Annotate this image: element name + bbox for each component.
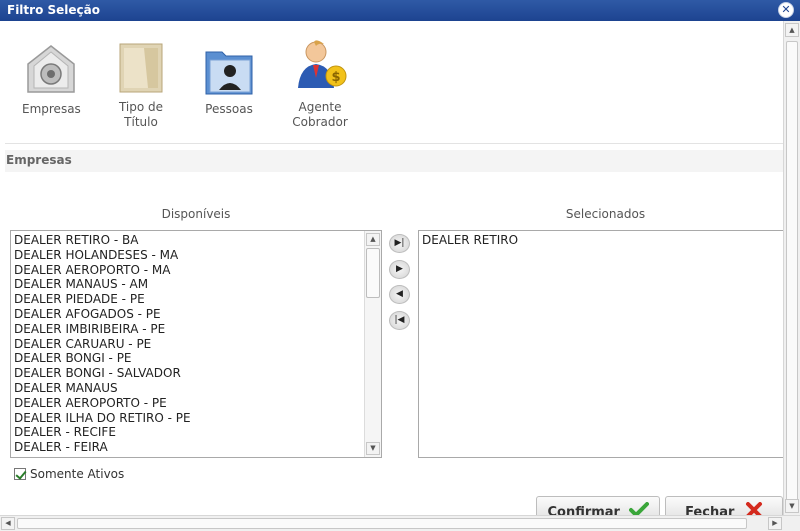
move-right-button[interactable]: ▶ [389,260,410,279]
scroll-up-icon[interactable]: ▲ [785,23,799,37]
list-item[interactable]: DEALER - RECIFE [11,425,381,440]
somente-ativos-row[interactable]: Somente Ativos [14,467,124,481]
tool-agente-cobrador[interactable]: $ Agente Cobrador [288,38,352,130]
list-item[interactable]: DEALER AEROPORTO - MA [11,263,381,278]
close-icon[interactable]: ✕ [778,2,794,18]
list-item[interactable]: DEALER AFOGADOS - PE [11,307,381,322]
somente-ativos-label: Somente Ativos [30,467,125,481]
list-item[interactable]: DEALER RETIRO - BA [11,233,381,248]
list-item[interactable]: DEALER - FEIRA [11,440,381,455]
scroll-down-icon[interactable]: ▼ [366,442,380,455]
tool-empresas[interactable]: Empresas [22,42,81,117]
document-icon [119,43,163,93]
list-item[interactable]: DEALER IMBIRIBEIRA - PE [11,322,381,337]
list-item[interactable]: DEALER BONGI - SALVADOR [11,366,381,381]
scroll-thumb[interactable] [366,248,380,298]
available-list[interactable]: DEALER RETIRO - BA DEALER HOLANDESES - M… [10,230,382,458]
list-item[interactable]: DEALER BONGI - PE [11,351,381,366]
move-left-button[interactable]: ◀ [389,285,410,304]
list-item[interactable]: DEALER RETIRO [419,233,787,248]
svg-text:$: $ [331,70,340,85]
person-folder-icon [205,51,253,95]
list-item[interactable]: DEALER MANAUS - AM [11,277,381,292]
section-header: Empresas [5,150,784,172]
scroll-thumb[interactable] [786,41,798,511]
safe-icon [27,45,75,93]
scroll-up-icon[interactable]: ▲ [366,233,380,246]
tool-label: Tipo de [118,100,164,114]
tool-label: Agente [298,100,342,114]
agent-money-icon: $ [298,40,347,88]
somente-ativos-checkbox[interactable] [14,468,26,480]
scroll-right-icon[interactable]: ▶ [768,517,782,530]
list-item[interactable]: DEALER AEROPORTO - PE [11,396,381,411]
tool-pessoas[interactable]: Pessoas [200,42,258,117]
tool-label: Título [124,115,158,129]
available-title: Disponíveis [161,207,231,221]
list-item[interactable]: DEALER ILHA DO RETIRO - PE [11,411,381,426]
window-vertical-scrollbar[interactable]: ▲ ▼ [783,21,800,515]
divider [5,143,784,144]
move-all-right-button[interactable]: ▶| [389,234,410,253]
window-title: Filtro Seleção [7,3,100,17]
available-list-scrollbar[interactable]: ▲ ▼ [364,231,381,457]
list-item[interactable]: DEALER PIEDADE - PE [11,292,381,307]
selected-list[interactable]: DEALER RETIRO [418,230,788,458]
tool-tipo-titulo[interactable]: Tipo de Título [112,40,170,130]
section-title: Empresas [6,153,72,167]
tool-label: Empresas [22,102,81,116]
tool-label: Cobrador [292,115,348,129]
scroll-left-icon[interactable]: ◀ [1,517,15,530]
window-titlebar: Filtro Seleção ✕ [0,0,800,21]
list-item[interactable]: DEALER CARUARU - PE [11,337,381,352]
scroll-down-icon[interactable]: ▼ [785,499,799,513]
tool-label: Pessoas [205,102,253,116]
window-horizontal-scrollbar[interactable]: ◀ ▶ [0,515,800,531]
move-all-left-button[interactable]: |◀ [389,311,410,330]
list-item[interactable]: DEALER HOLANDESES - MA [11,248,381,263]
selected-title: Selecionados [565,207,646,221]
scroll-thumb[interactable] [17,518,747,529]
list-item[interactable]: DEALER MANAUS [11,381,381,396]
filter-category-bar: Empresas Tipo de Título Pessoas $ Agente [0,32,784,142]
